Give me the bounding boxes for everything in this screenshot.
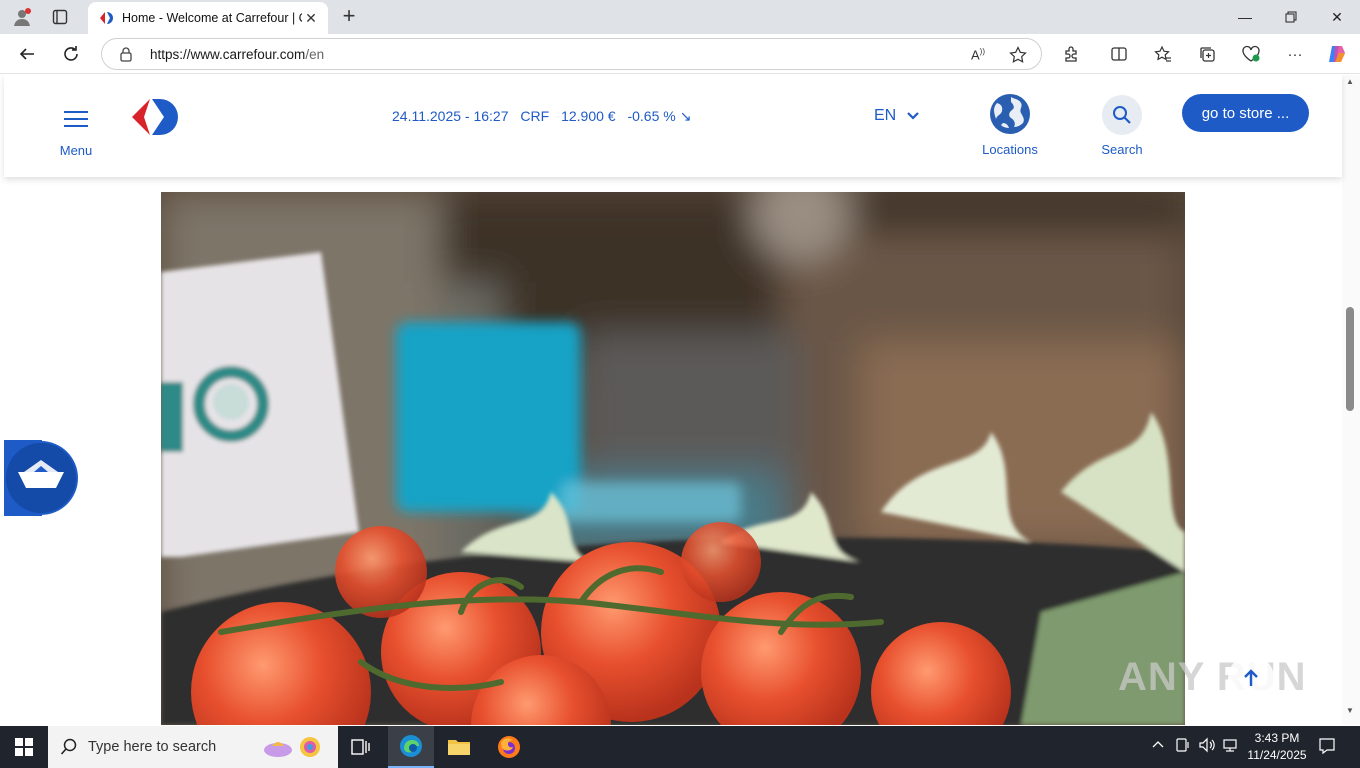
clock-time: 3:43 PM — [1254, 731, 1300, 745]
windows-start-icon[interactable] — [0, 726, 48, 768]
locations-button[interactable]: Locations — [974, 93, 1046, 159]
tab-actions-icon[interactable] — [46, 5, 74, 29]
edge-taskbar-icon[interactable] — [388, 726, 434, 768]
hamburger-icon — [64, 111, 88, 127]
hero-image — [161, 192, 1185, 725]
address-bar[interactable]: https://www.carrefour.com/en A)) — [101, 38, 1042, 70]
close-window-icon[interactable]: ✕ — [1314, 0, 1360, 34]
language-label: EN — [874, 107, 897, 124]
search-button[interactable]: Search — [1094, 93, 1150, 159]
page-viewport: Menu 24.11.2025 - 16:27 CRF 12.900 € -0.… — [0, 75, 1360, 725]
taskbar-search-placeholder: Type here to search — [88, 739, 217, 755]
lock-icon[interactable] — [118, 46, 134, 62]
new-tab-icon[interactable]: + — [336, 4, 362, 30]
clock-date: 11/24/2025 — [1247, 748, 1307, 762]
search-icon — [1113, 106, 1131, 124]
language-selector[interactable]: EN — [874, 107, 920, 125]
locations-label: Locations — [982, 142, 1038, 157]
go-to-store-button[interactable]: go to store ... — [1182, 94, 1309, 132]
back-icon[interactable] — [12, 40, 42, 68]
anyrun-watermark: ANY RUN — [1118, 655, 1307, 699]
search-icon — [60, 738, 77, 755]
ticker-change: -0.65 % — [627, 108, 676, 124]
ticker-symbol: CRF — [520, 108, 550, 124]
scroll-up-arrow-icon[interactable]: ▲ — [1345, 77, 1355, 86]
scrollbar-thumb[interactable] — [1346, 307, 1354, 411]
more-options-icon[interactable]: ··· — [1282, 42, 1308, 66]
paper-boat-icon — [18, 472, 64, 488]
show-hidden-icons-icon[interactable] — [1152, 737, 1164, 752]
menu-button[interactable]: Menu — [56, 105, 96, 158]
windows-taskbar: Type here to search 3:43 PM 11/24/2025 — [0, 726, 1360, 768]
browser-essentials-icon[interactable] — [1238, 42, 1264, 66]
ticker-datetime: 24.11.2025 - 16:27 — [392, 108, 509, 124]
copilot-icon[interactable] — [1324, 42, 1350, 66]
search-label: Search — [1101, 142, 1143, 157]
notifications-icon[interactable] — [1318, 737, 1336, 758]
scroll-down-arrow-icon[interactable]: ▼ — [1345, 706, 1355, 715]
site-header: Menu 24.11.2025 - 16:27 CRF 12.900 € -0.… — [4, 75, 1342, 177]
scroll-to-top-button[interactable] — [1228, 655, 1274, 701]
network-icon[interactable] — [1222, 737, 1240, 756]
arrow-up-icon — [1244, 669, 1258, 686]
carrefour-logo[interactable] — [130, 97, 184, 137]
taskbar-search-box[interactable]: Type here to search — [48, 726, 338, 768]
split-screen-icon[interactable] — [1106, 42, 1132, 66]
network-device-icon[interactable] — [1176, 737, 1190, 756]
globe-icon — [990, 94, 1030, 134]
system-clock[interactable]: 3:43 PM 11/24/2025 — [1246, 730, 1308, 764]
profile-icon[interactable] — [8, 5, 36, 29]
refresh-icon[interactable] — [56, 40, 86, 68]
search-highlight-icon — [264, 737, 320, 757]
menu-label: Menu — [59, 143, 93, 158]
chevron-down-icon — [907, 112, 920, 120]
tab-carrefour[interactable]: Home - Welcome at Carrefour | C ✕ — [88, 2, 328, 34]
stock-ticker: 24.11.2025 - 16:27 CRF 12.900 € -0.65 % ↘ — [392, 108, 699, 125]
boat-widget-button[interactable] — [4, 440, 79, 516]
browser-toolbar: https://www.carrefour.com/en A)) ··· — [0, 34, 1360, 74]
minimize-icon[interactable]: — — [1222, 0, 1268, 34]
ticker-price: 12.900 € — [561, 108, 616, 124]
firefox-icon[interactable] — [486, 726, 532, 768]
restore-icon[interactable] — [1268, 0, 1314, 34]
read-aloud-icon[interactable]: A)) — [968, 45, 988, 65]
page-scrollbar[interactable]: ▲ ▼ — [1342, 75, 1360, 725]
volume-icon[interactable] — [1198, 737, 1216, 756]
collections-icon[interactable] — [1194, 42, 1220, 66]
carrefour-favicon-icon — [100, 12, 113, 24]
favorites-icon[interactable] — [1150, 42, 1176, 66]
browser-tab-bar: Home - Welcome at Carrefour | C ✕ + — ✕ — [0, 0, 1360, 34]
arrow-down-right-icon: ↘ — [679, 108, 692, 124]
close-tab-icon[interactable]: ✕ — [302, 10, 320, 27]
tab-title: Home - Welcome at Carrefour | C — [122, 11, 302, 25]
task-view-icon[interactable] — [338, 726, 384, 768]
extensions-icon[interactable] — [1058, 42, 1084, 66]
favorite-star-icon[interactable] — [1008, 45, 1028, 65]
search-icon-circle — [1102, 95, 1142, 135]
file-explorer-icon[interactable] — [436, 726, 482, 768]
url-text[interactable]: https://www.carrefour.com/en — [150, 47, 324, 62]
